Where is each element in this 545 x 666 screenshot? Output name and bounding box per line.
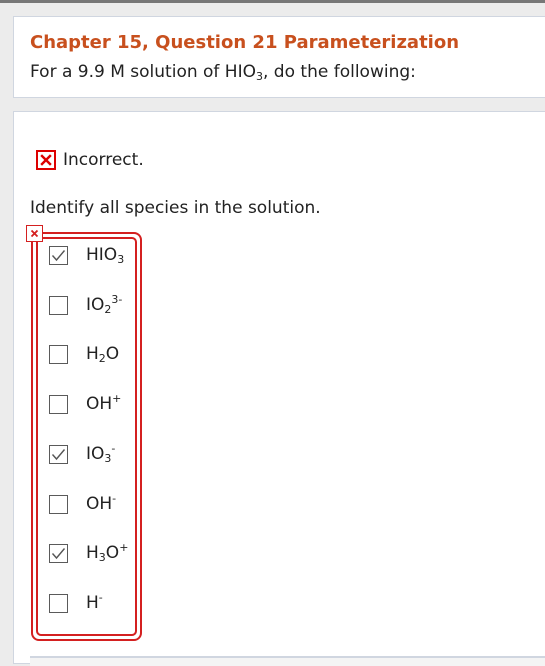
description-subscript: 3 — [256, 70, 263, 83]
option-label: OH+ — [86, 392, 121, 416]
error-flag-icon — [26, 225, 43, 242]
checkbox[interactable] — [49, 295, 68, 315]
option-formula-tail: O — [105, 543, 120, 563]
checkbox[interactable] — [49, 444, 68, 464]
question-description: For a 9.9 M solution of HIO3, do the fol… — [30, 62, 416, 82]
option-formula: HIO — [86, 245, 118, 265]
option-subscript: 3 — [117, 253, 125, 266]
option-item[interactable]: H- — [49, 591, 103, 615]
option-formula: H — [86, 543, 99, 563]
feedback-status: Incorrect. — [36, 148, 144, 172]
option-label: OH- — [86, 492, 116, 516]
option-label: H3O+ — [86, 541, 128, 565]
option-label: IO23- — [86, 293, 122, 317]
option-item[interactable]: HIO3 — [49, 243, 124, 267]
checkbox[interactable] — [49, 344, 68, 364]
option-formula: H — [86, 593, 99, 613]
answer-panel: Incorrect. Identify all species in the s… — [13, 111, 545, 664]
option-label: HIO3 — [86, 243, 124, 267]
option-superscript: + — [119, 541, 129, 554]
option-subscript: 3 — [98, 551, 106, 564]
option-label: H- — [86, 591, 103, 615]
option-formula: H — [86, 344, 99, 364]
option-subscript: 2 — [98, 352, 106, 365]
option-superscript: - — [111, 442, 116, 455]
top-border — [0, 0, 545, 3]
checkmark-icon — [51, 547, 66, 559]
option-item[interactable]: H3O+ — [49, 541, 128, 565]
option-superscript: + — [112, 392, 122, 405]
checkmark-icon — [51, 448, 66, 460]
checkmark-icon — [51, 249, 66, 261]
option-formula: OH — [86, 494, 113, 514]
option-superscript: - — [98, 591, 103, 604]
option-formula: OH — [86, 394, 113, 414]
checkbox[interactable] — [49, 494, 68, 514]
option-item[interactable]: IO23- — [49, 293, 122, 317]
checkbox[interactable] — [49, 593, 68, 613]
description-prefix: For a 9.9 M solution of HIO — [30, 62, 256, 82]
option-formula-tail: O — [105, 344, 120, 364]
checkbox[interactable] — [49, 543, 68, 563]
question-prompt: Identify all species in the solution. — [30, 198, 321, 218]
checkbox[interactable] — [49, 245, 68, 265]
option-label: IO3- — [86, 442, 115, 466]
option-item[interactable]: IO3- — [49, 442, 115, 466]
checkbox[interactable] — [49, 394, 68, 414]
option-item[interactable]: OH+ — [49, 392, 121, 416]
option-formula: IO — [86, 295, 105, 315]
option-item[interactable]: OH- — [49, 492, 116, 516]
option-label: H2O — [86, 342, 119, 366]
option-superscript: 3- — [111, 293, 123, 306]
option-item[interactable]: H2O — [49, 342, 119, 366]
option-superscript: - — [112, 492, 117, 505]
description-suffix: , do the following: — [263, 62, 416, 82]
red-x-icon — [36, 150, 56, 170]
question-header: Chapter 15, Question 21 Parameterization… — [13, 16, 545, 98]
next-panel-edge — [30, 656, 545, 666]
option-formula: IO — [86, 444, 105, 464]
question-title: Chapter 15, Question 21 Parameterization — [30, 32, 460, 53]
feedback-text: Incorrect. — [63, 150, 144, 170]
